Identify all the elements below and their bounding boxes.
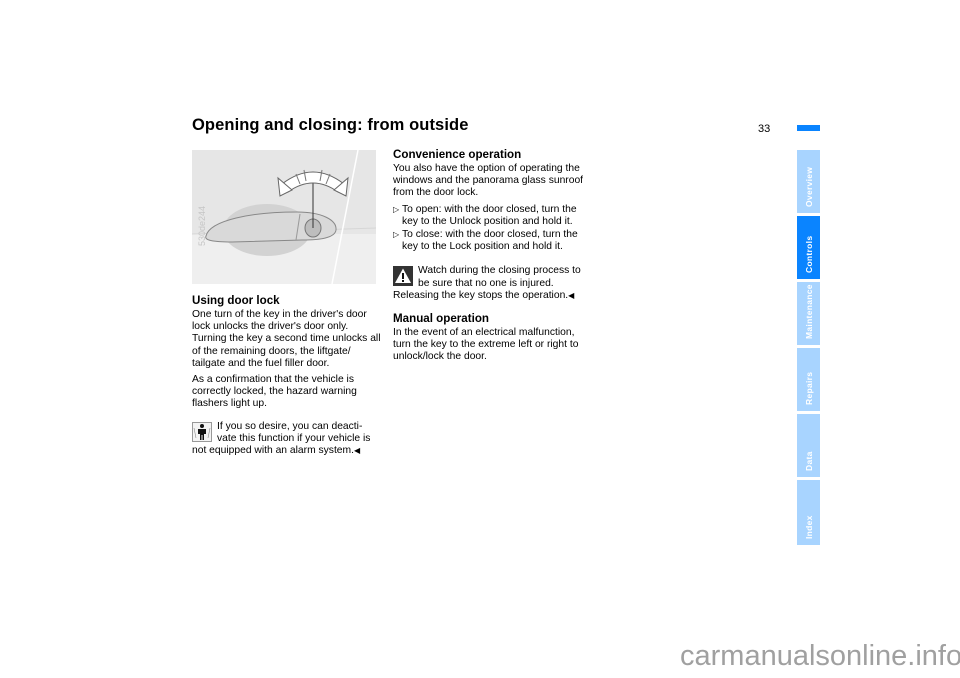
paragraph: One turn of the key in the driver's door…	[192, 309, 381, 369]
tab-controls[interactable]: Controls	[797, 216, 820, 279]
bullet-triangle-icon: ▷	[393, 204, 400, 214]
bullet-item: ▷ To open: with the door closed, turn th…	[393, 203, 577, 227]
bullet-triangle-icon: ▷	[393, 230, 400, 240]
heading-convenience-operation: Convenience operation	[393, 148, 522, 161]
column-left: Using door lock One turn of the key in t…	[192, 294, 384, 457]
tab-maintenance[interactable]: Maintenance	[797, 282, 820, 345]
warning-text: Watch during the closing process to be s…	[393, 265, 581, 301]
door-handle-illustration	[192, 150, 376, 284]
note-block: If you so desire, you can deacti- vate t…	[192, 421, 384, 458]
heading-using-door-lock: Using door lock	[192, 294, 280, 307]
paragraph: In the event of an electrical malfunctio…	[393, 327, 579, 363]
tab-overview[interactable]: Overview	[797, 150, 820, 213]
paragraph: You also have the option of operating th…	[393, 163, 584, 199]
tab-repairs[interactable]: Repairs	[797, 348, 820, 411]
end-mark: ◀	[353, 446, 361, 456]
tab-data[interactable]: Data	[797, 414, 820, 477]
page-title: Opening and closing: from outside	[192, 116, 469, 134]
page-number: 33	[758, 123, 771, 135]
column-right: Convenience operation You also have the …	[393, 148, 587, 368]
door-handle-figure	[192, 150, 376, 284]
end-mark: ◀	[568, 290, 575, 300]
note-text: If you so desire, you can deacti- vate t…	[192, 420, 371, 457]
warning-triangle-icon	[393, 266, 413, 287]
heading-manual-operation: Manual operation	[393, 312, 489, 326]
watermark: carmanualsonline.info	[680, 640, 960, 672]
paragraph: As a confirmation that the vehicle is co…	[192, 374, 357, 410]
warning-block: Watch during the closing process to be s…	[393, 265, 587, 302]
figure-code: 530de244	[197, 205, 207, 246]
person-note-icon	[192, 421, 212, 442]
tab-index[interactable]: Index	[797, 480, 820, 545]
bullet-item: ▷ To close: with the door closed, turn t…	[393, 229, 578, 253]
page-accent-bar	[797, 125, 820, 131]
